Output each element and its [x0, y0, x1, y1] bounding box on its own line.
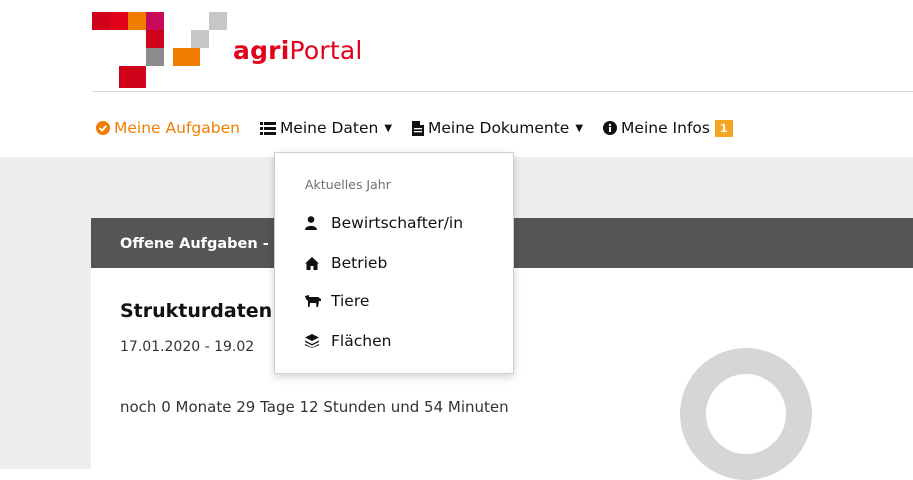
dropdown-item-label: Bewirtschafter/in: [331, 214, 464, 232]
user-icon: [305, 216, 325, 230]
meine-daten-dropdown: Aktuelles Jahr Bewirtschafter/in Betrieb…: [274, 152, 514, 374]
logo-square: [173, 48, 200, 66]
logo-wordmark-rest: Portal: [289, 36, 363, 65]
list-icon: [259, 121, 276, 135]
caret-down-icon: ▼: [575, 122, 584, 134]
nav-meine-aufgaben[interactable]: Meine Aufgaben: [96, 119, 240, 137]
nav-label: Meine Infos: [621, 119, 710, 137]
logo-square: [110, 12, 128, 30]
dropdown-item-bewirtschafter[interactable]: Bewirtschafter/in: [305, 214, 463, 232]
dropdown-item-betrieb[interactable]: Betrieb: [305, 254, 387, 272]
caret-down-icon: ▼: [384, 122, 393, 134]
logo-square: [191, 30, 209, 48]
task-date: 17.01.2020 - 19.02: [120, 339, 255, 355]
dropdown-header: Aktuelles Jahr: [305, 177, 391, 192]
main-nav: Meine Aufgaben Meine Daten ▼ Meine Dokum…: [96, 116, 753, 140]
dropdown-item-label: Betrieb: [331, 254, 388, 272]
logo-square: [128, 12, 146, 30]
logo-square: [92, 12, 110, 30]
nav-meine-dokumente[interactable]: Meine Dokumente ▼: [412, 119, 583, 137]
dropdown-item-label: Flächen: [331, 332, 392, 350]
logo-wordmark: agriPortal: [233, 36, 363, 65]
header-divider: [92, 91, 913, 92]
info-circle-icon: [603, 121, 618, 135]
check-circle-icon: [96, 121, 110, 135]
dropdown-item-label: Tiere: [331, 292, 370, 310]
document-icon: [412, 120, 425, 136]
logo-square: [119, 66, 146, 88]
logo-square: [146, 48, 164, 66]
task-title[interactable]: Strukturdaten: [120, 300, 272, 322]
layers-icon: [305, 334, 325, 348]
logo-wordmark-bold: agri: [233, 36, 290, 65]
agriportal-logo[interactable]: agriPortal: [92, 12, 412, 92]
home-icon: [305, 256, 325, 270]
nav-label: Meine Aufgaben: [114, 119, 240, 137]
logo-square: [146, 12, 164, 30]
task-remaining-time: noch 0 Monate 29 Tage 12 Stunden und 54 …: [120, 398, 509, 416]
nav-label: Meine Dokumente: [428, 119, 570, 137]
logo-square: [146, 30, 164, 48]
nav-meine-daten[interactable]: Meine Daten ▼: [259, 119, 393, 137]
logo-square: [209, 12, 227, 30]
panel-title: Offene Aufgaben -: [120, 236, 269, 252]
notification-badge: 1: [714, 119, 733, 137]
dropdown-item-tiere[interactable]: Tiere: [305, 292, 369, 310]
progress-ring: [680, 348, 812, 480]
cow-icon: [305, 295, 325, 307]
nav-label: Meine Daten: [279, 119, 379, 137]
nav-meine-infos[interactable]: Meine Infos 1: [603, 119, 733, 137]
dropdown-item-flaechen[interactable]: Flächen: [305, 332, 391, 350]
